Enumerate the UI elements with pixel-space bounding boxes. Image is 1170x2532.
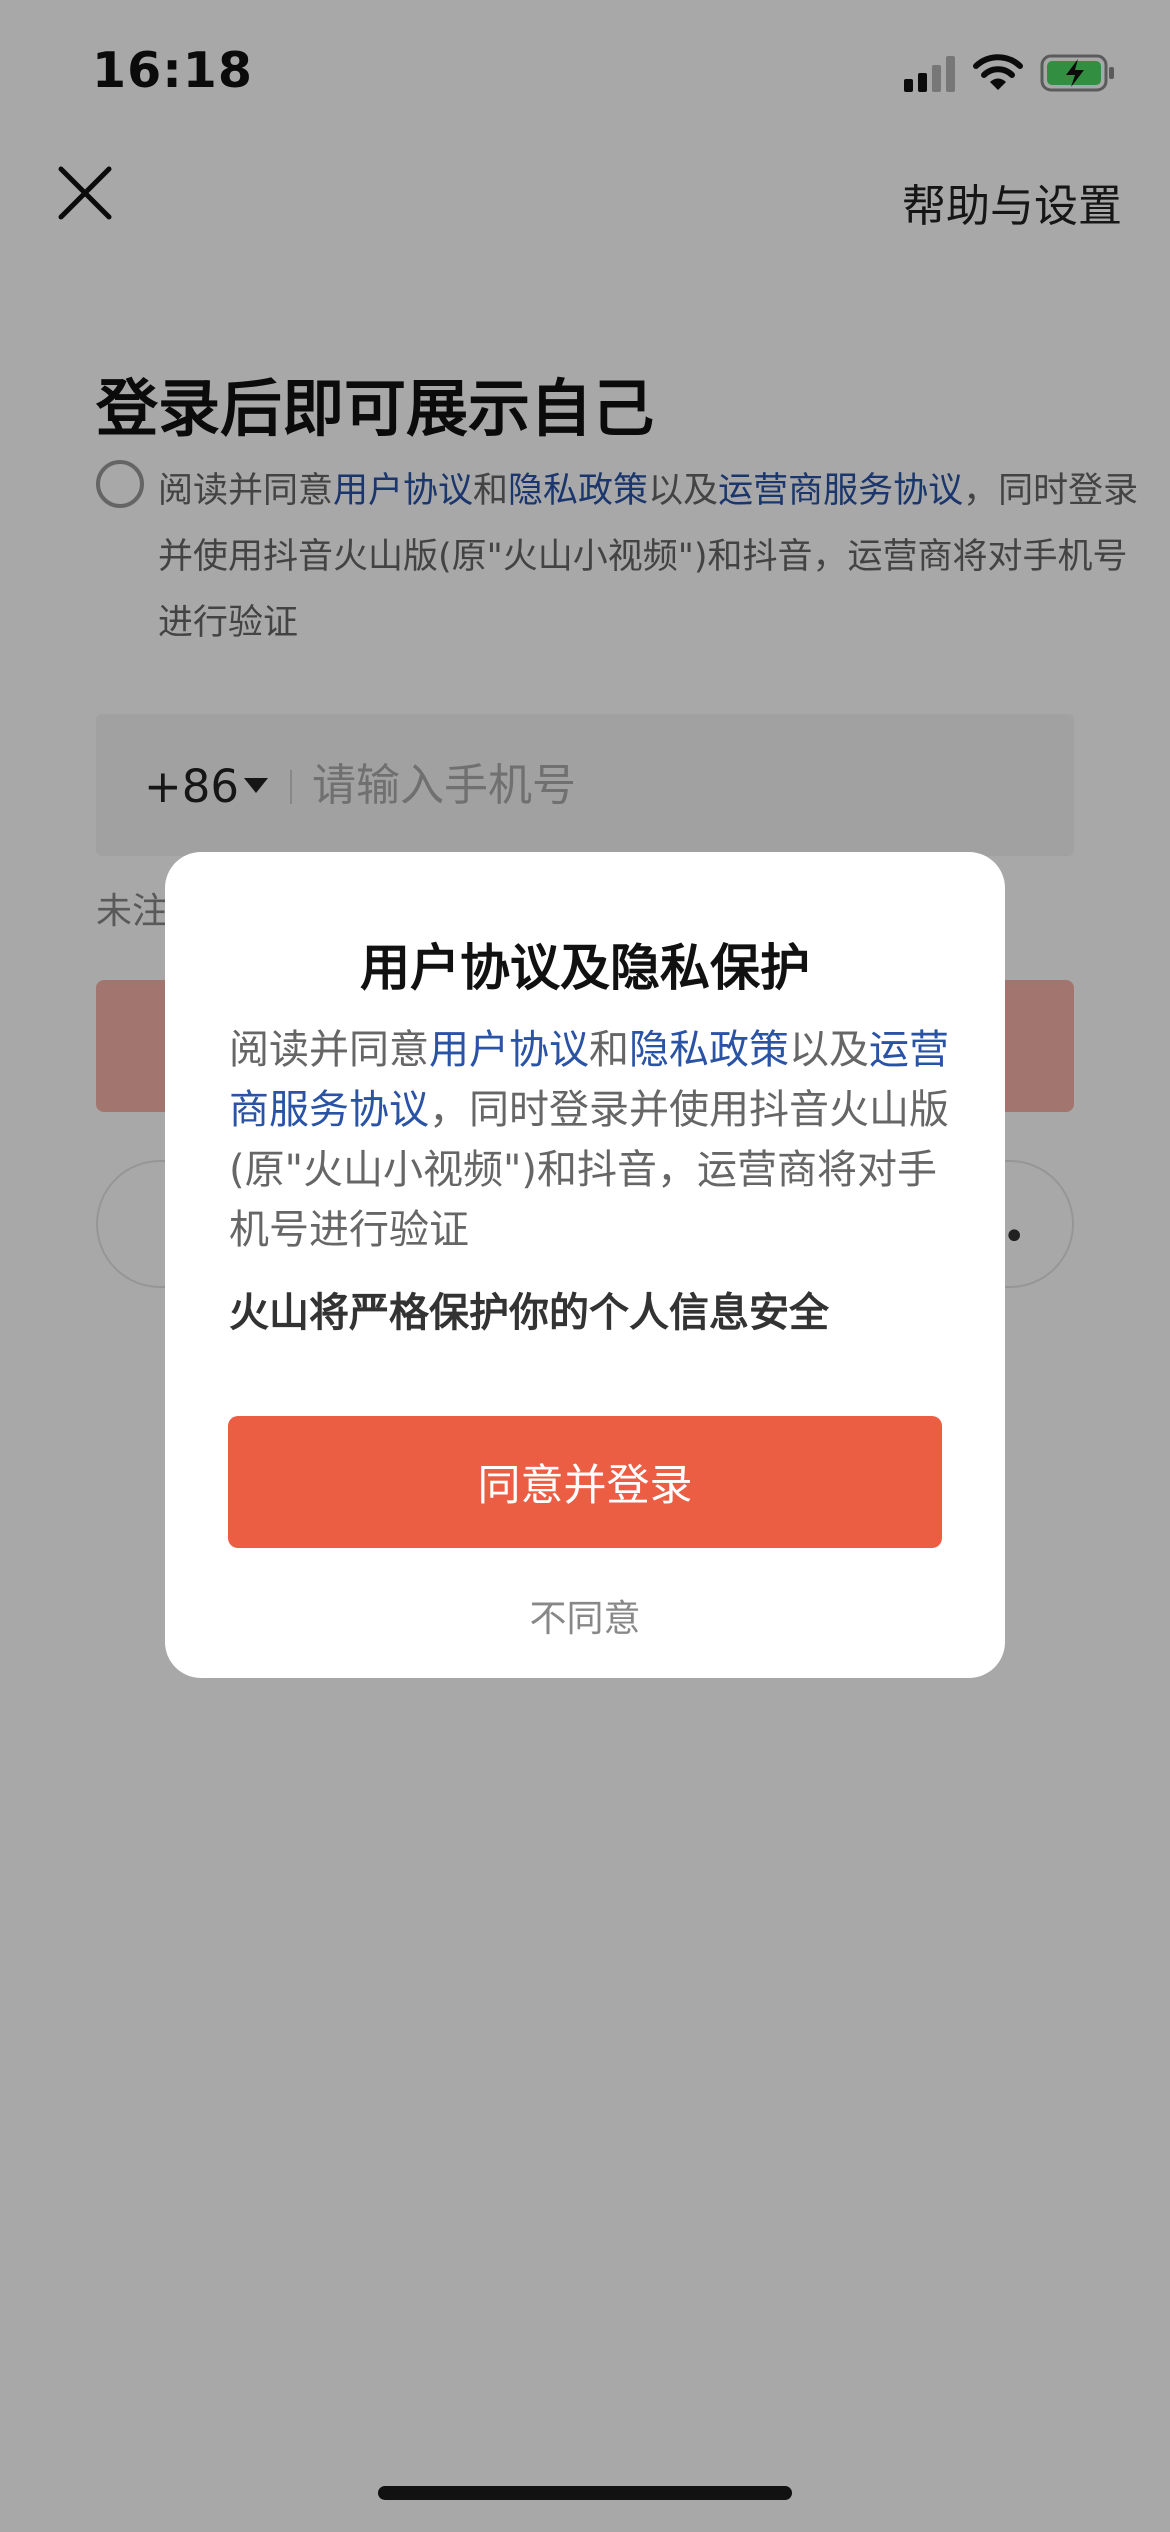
login-screen: 16:18 帮助与设置 登录后即可展示自己 阅读并同意用户协议和隐私政策以及运营… (0, 0, 1170, 2532)
dialog-and: 和 (589, 1027, 629, 1073)
disagree-button[interactable]: 不同意 (165, 1588, 1005, 1642)
dialog-title: 用户协议及隐私保护 (360, 939, 810, 997)
dialog-privacy-policy-link[interactable]: 隐私政策 (629, 1027, 789, 1073)
dialog-and-2: 以及 (789, 1027, 869, 1073)
home-indicator (378, 2486, 792, 2500)
dialog-user-agreement-link[interactable]: 用户协议 (429, 1027, 589, 1073)
dialog-prefix: 阅读并同意 (229, 1027, 429, 1073)
dialog-notice: 火山将严格保护你的个人信息安全 (229, 1290, 829, 1336)
dialog-body: 阅读并同意用户协议和隐私政策以及运营商服务协议，同时登录并使用抖音火山版(原"火… (229, 1020, 949, 1260)
agree-login-button[interactable]: 同意并登录 (228, 1416, 942, 1548)
privacy-dialog: 用户协议及隐私保护 阅读并同意用户协议和隐私政策以及运营商服务协议，同时登录并使… (165, 852, 1005, 1678)
